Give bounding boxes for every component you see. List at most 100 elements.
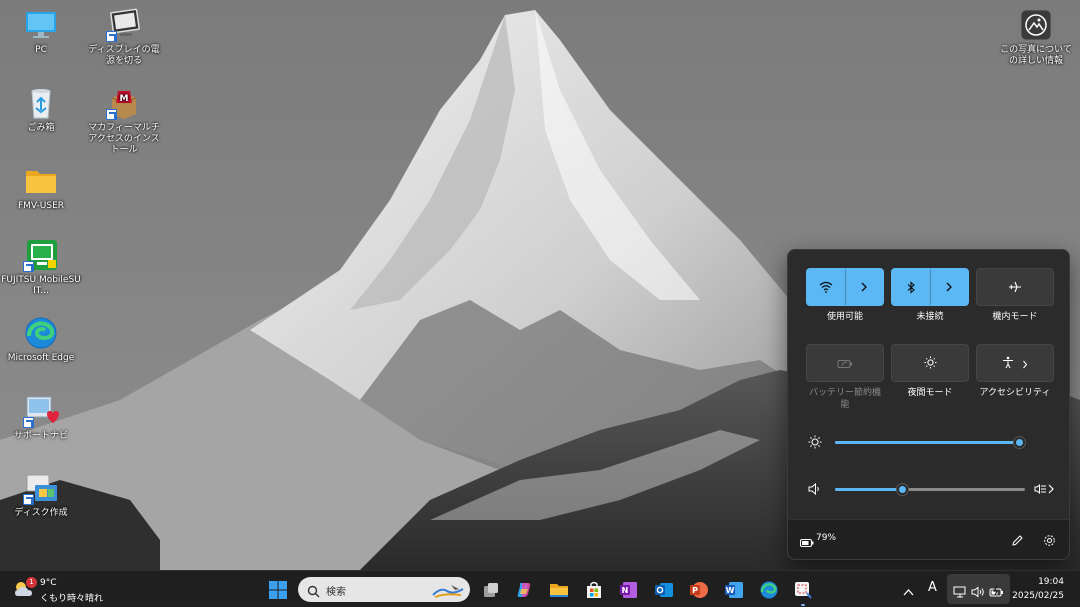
- desktop-icon-photo-info[interactable]: この写真についての詳しい情報: [996, 8, 1076, 67]
- tile-label: アクセシビリティ: [979, 388, 1051, 398]
- volume-slider-thumb[interactable]: [896, 483, 909, 496]
- disk-creator-icon: [23, 471, 59, 505]
- shortcut-arrow-icon: [23, 417, 34, 428]
- desktop-icon-label: この写真についての詳しい情報: [1000, 45, 1072, 66]
- store-button[interactable]: [581, 577, 607, 603]
- tile-battery-saver[interactable]: バッテリー節約機能: [806, 344, 884, 411]
- tile-label: 使用可能: [826, 312, 863, 322]
- speaker-icon: [971, 583, 985, 602]
- clock-time: 19:04: [1038, 577, 1064, 587]
- tile-bluetooth[interactable]: 未接続: [891, 268, 969, 323]
- weather-widget[interactable]: 1 9°C くもり時々晴れ: [12, 576, 112, 604]
- tile-accessibility[interactable]: アクセシビリティ: [976, 344, 1054, 399]
- copilot-icon: [517, 583, 531, 597]
- task-view-icon: [484, 583, 498, 597]
- search-highlight-icon: [431, 581, 465, 603]
- tile-night-light[interactable]: 夜間モード: [891, 344, 969, 399]
- desktop-icon-label: ディスプレイの電源を切る: [88, 45, 160, 66]
- snipping-tool-icon: [795, 582, 812, 599]
- mcafee-icon: M: [106, 86, 142, 120]
- start-icon: [269, 581, 287, 599]
- bluetooth-icon[interactable]: [892, 269, 930, 305]
- store-icon: [587, 581, 601, 598]
- desktop-icon-fujitsu-mobilesuite[interactable]: FUJITSU MobileSUIT...: [1, 238, 81, 297]
- volume-slider-row: [808, 479, 1058, 499]
- task-view-button[interactable]: [478, 577, 504, 603]
- chevron-right-icon[interactable]: [844, 269, 884, 305]
- brightness-slider-thumb[interactable]: [1013, 436, 1026, 449]
- edge-button[interactable]: [756, 577, 782, 603]
- powerpoint-button[interactable]: P: [686, 577, 712, 603]
- desktop-icon-recycle-bin[interactable]: ごみ箱: [1, 86, 81, 134]
- ime-indicator[interactable]: A: [928, 580, 937, 595]
- edge-icon: [23, 316, 59, 350]
- brightness-slider[interactable]: [835, 436, 1026, 449]
- volume-slider[interactable]: [835, 483, 1025, 496]
- audio-output-icon[interactable]: [1034, 481, 1056, 500]
- battery-charging-icon[interactable]: [800, 533, 814, 552]
- notification-badge: 1: [26, 577, 37, 588]
- active-app-indicator: [801, 604, 805, 606]
- svg-text:P: P: [692, 586, 698, 595]
- word-icon: W: [725, 582, 743, 598]
- pencil-icon[interactable]: [1011, 532, 1024, 551]
- desktop-icon-fmv-user[interactable]: FMV-USER: [1, 164, 81, 212]
- tile-label: 未接続: [916, 312, 944, 322]
- taskbar: 1 9°C くもり時々晴れ 検索 N P W A 19:04 2025/02/2…: [0, 570, 1080, 607]
- photo-info-icon: [1018, 8, 1054, 42]
- tile-label: 夜間モード: [907, 388, 953, 398]
- desktop-icon-display-off[interactable]: ディスプレイの電源を切る: [84, 8, 164, 67]
- desktop-icon-label: FMV-USER: [17, 201, 65, 211]
- start-button[interactable]: [265, 577, 291, 603]
- battery-percentage[interactable]: 79%: [816, 533, 836, 543]
- battery-charging-icon: [989, 583, 1005, 602]
- copilot-button[interactable]: [511, 577, 537, 603]
- file-explorer-button[interactable]: [546, 577, 572, 603]
- quick-settings-panel: 使用可能 未接続 機内モード バッテリー節約機能 夜間モード アクセシビリティ …: [787, 249, 1070, 560]
- wifi-icon[interactable]: [807, 269, 845, 305]
- desktop-icon-microsoft-edge[interactable]: Microsoft Edge: [1, 316, 81, 364]
- recycle-bin-icon: [23, 86, 59, 120]
- desktop-icon-label: サポートナビ: [13, 431, 68, 441]
- shortcut-arrow-icon: [106, 31, 117, 42]
- search-icon: [307, 583, 320, 602]
- shortcut-arrow-icon: [106, 109, 117, 120]
- night-light-icon: [924, 354, 937, 373]
- brightness-icon: [808, 435, 822, 452]
- fujitsu-mobilesuite-icon: [23, 238, 59, 272]
- desktop-icon-support-navi[interactable]: サポートナビ: [1, 394, 81, 442]
- network-icon: [953, 583, 967, 602]
- accessibility-icon: [1002, 354, 1014, 373]
- gear-icon[interactable]: [1043, 532, 1056, 551]
- edge-icon: [760, 581, 778, 599]
- shortcut-arrow-icon: [23, 494, 34, 505]
- clock[interactable]: 19:04 2025/02/25: [1012, 575, 1074, 605]
- onenote-icon: N: [620, 582, 637, 598]
- speaker-icon: [808, 482, 822, 499]
- desktop-icon-label: Microsoft Edge: [7, 353, 75, 363]
- search-placeholder: 検索: [326, 587, 346, 598]
- taskbar-search-box[interactable]: 検索: [298, 577, 470, 602]
- chevron-right-icon[interactable]: [929, 269, 969, 305]
- svg-text:N: N: [622, 586, 629, 595]
- desktop-icon-mcafee[interactable]: M マカフィーマルチアクセスのインストール: [84, 86, 164, 156]
- outlook-icon: [655, 583, 673, 597]
- weather-temperature: 9°C: [40, 578, 57, 588]
- chevron-up-icon[interactable]: [903, 582, 914, 601]
- svg-text:W: W: [726, 586, 735, 595]
- quick-settings-footer: 79%: [788, 519, 1069, 559]
- support-navi-icon: [23, 394, 59, 428]
- display-off-icon: [106, 8, 142, 42]
- volume-slider-fill: [835, 488, 902, 491]
- tile-wifi[interactable]: 使用可能: [806, 268, 884, 323]
- system-tray-quick-settings-button[interactable]: [947, 574, 1010, 604]
- onenote-button[interactable]: N: [616, 577, 642, 603]
- outlook-button[interactable]: [651, 577, 677, 603]
- chevron-right-icon: [1022, 354, 1028, 373]
- desktop-icon-pc[interactable]: PC: [1, 8, 81, 56]
- shortcut-arrow-icon: [23, 261, 34, 272]
- tile-airplane-mode[interactable]: 機内モード: [976, 268, 1054, 323]
- word-button[interactable]: W: [721, 577, 747, 603]
- snipping-tool-button[interactable]: [790, 577, 816, 606]
- desktop-icon-disk-creator[interactable]: ディスク作成: [1, 471, 81, 519]
